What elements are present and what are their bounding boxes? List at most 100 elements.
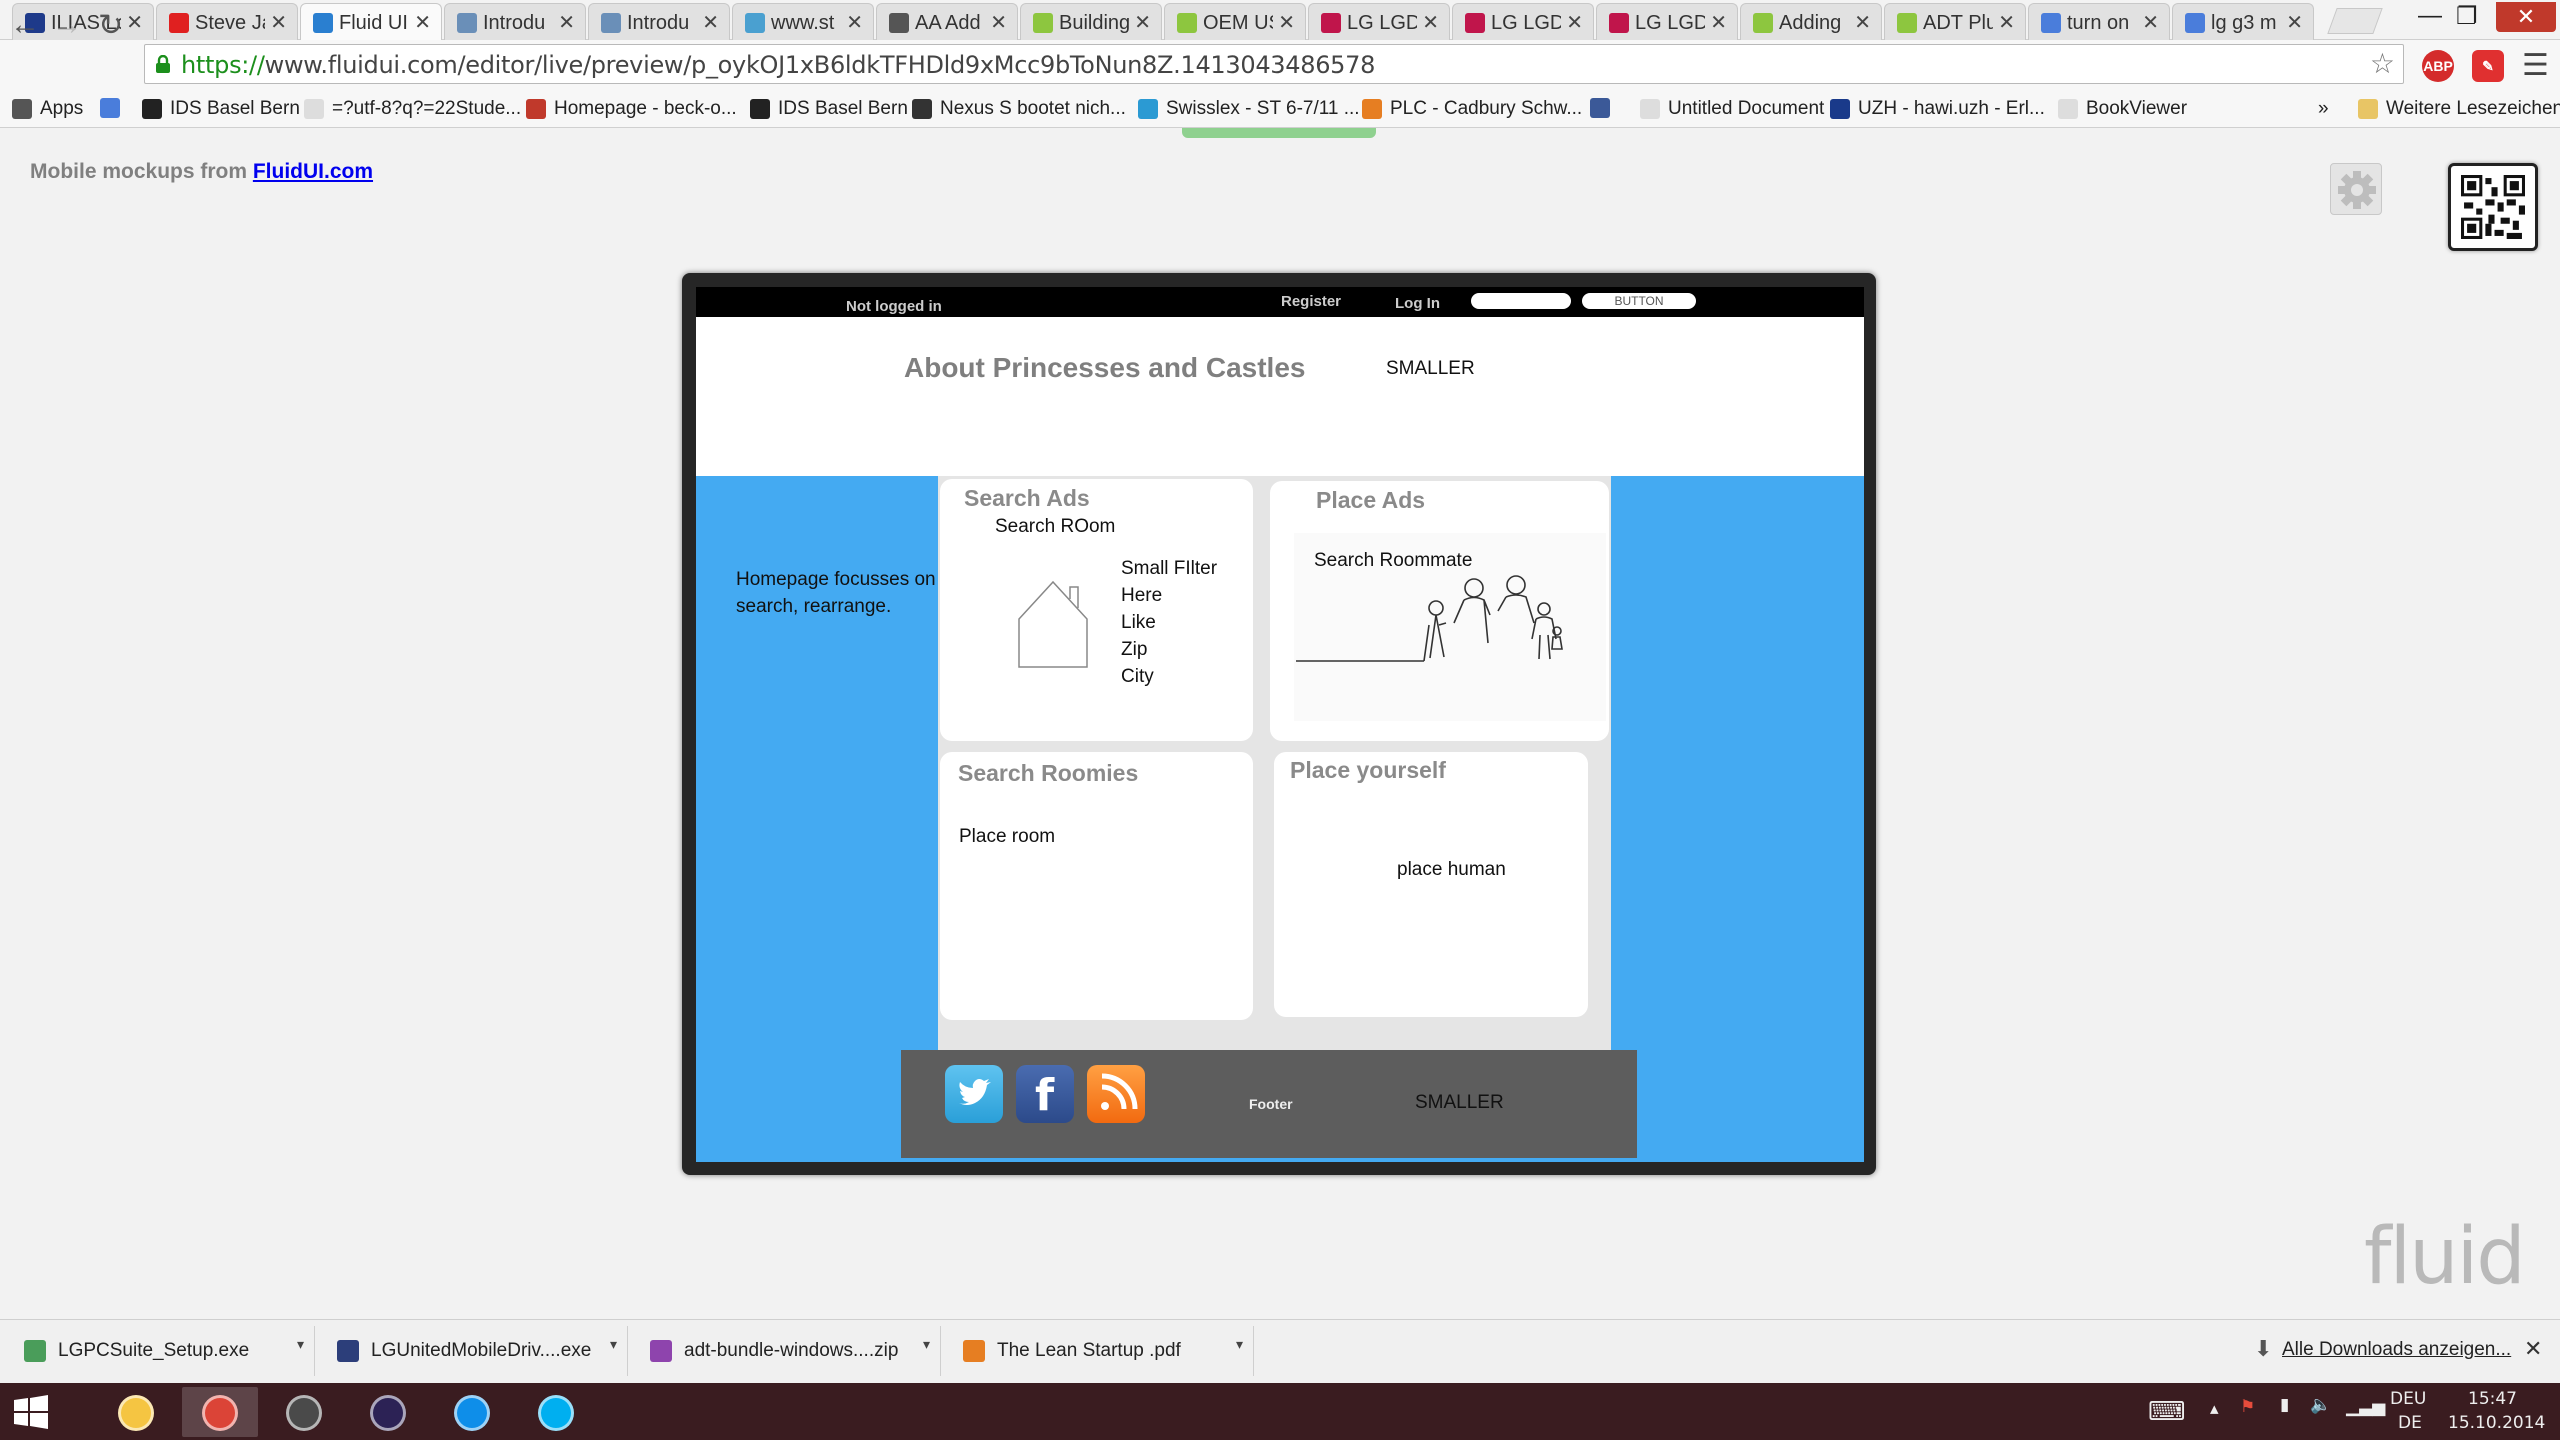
address-bar[interactable]: https://www.fluidui.com/editor/live/prev… <box>144 44 2404 84</box>
browser-tab[interactable]: OEM US✕ <box>1164 3 1306 40</box>
login-link[interactable]: Log In <box>1395 295 1440 312</box>
adblock-icon[interactable]: ABP <box>2422 50 2454 82</box>
action-center-icon[interactable]: ⚑ <box>2240 1397 2255 1417</box>
bookmark-item[interactable]: IDS Basel Bern <box>142 98 300 120</box>
tab-close-icon[interactable]: ✕ <box>1998 10 2015 35</box>
chrome-taskbar-icon[interactable] <box>182 1387 258 1437</box>
forward-icon[interactable]: → <box>52 8 82 42</box>
keyboard-icon[interactable]: ⌨ <box>2148 1397 2186 1427</box>
place-yourself-card[interactable]: Place yourself place human <box>1274 752 1588 1017</box>
keyboard-layout[interactable]: DE <box>2398 1413 2422 1433</box>
file-explorer-taskbar-icon[interactable] <box>98 1387 174 1437</box>
bookmark-item[interactable]: Homepage - beck-o... <box>526 98 737 120</box>
browser-tab[interactable]: LG LGD ✕ <box>1452 3 1594 40</box>
show-all-downloads-link[interactable]: Alle Downloads anzeigen... <box>2282 1339 2511 1361</box>
download-menu-icon[interactable]: ▾ <box>297 1336 304 1353</box>
sublime-text-taskbar-icon[interactable] <box>266 1387 342 1437</box>
bookmark-star-icon[interactable]: ☆ <box>2370 47 2395 80</box>
download-item[interactable]: LGPCSuite_Setup.exe ▾ <box>10 1326 315 1376</box>
qr-code-button[interactable] <box>2448 163 2538 251</box>
tab-close-icon[interactable]: ✕ <box>1278 10 1295 35</box>
search-ads-card[interactable]: Search Ads Search ROom Small FIlter Here… <box>940 479 1253 741</box>
reload-icon[interactable]: ↻ <box>98 8 123 43</box>
tab-close-icon[interactable]: ✕ <box>1854 10 1871 35</box>
browser-tab[interactable]: Introdu ✕ <box>588 3 730 40</box>
bookmark-item[interactable]: =?utf-8?q?=22Stude... <box>304 98 521 120</box>
volume-icon[interactable]: 🔈 <box>2310 1395 2331 1415</box>
bookmark-item[interactable] <box>100 98 120 118</box>
browser-tab[interactable]: Fluid UI ✕ <box>300 3 442 40</box>
network-icon[interactable]: ▁▃▅ <box>2346 1397 2385 1417</box>
rss-icon[interactable] <box>1087 1065 1145 1123</box>
tab-close-icon[interactable]: ✕ <box>702 10 719 35</box>
tab-close-icon[interactable]: ✕ <box>846 10 863 35</box>
tab-close-icon[interactable]: ✕ <box>414 10 431 35</box>
windows-start-icon[interactable] <box>14 1395 48 1429</box>
download-menu-icon[interactable]: ▾ <box>610 1336 617 1353</box>
bookmark-item[interactable]: Swisslex - ST 6-7/11 ... <box>1138 98 1360 120</box>
bookmark-item[interactable]: Untitled Document <box>1640 98 1824 120</box>
skype-taskbar-icon[interactable] <box>518 1387 594 1437</box>
clock-time[interactable]: 15:47 <box>2468 1389 2517 1409</box>
other-bookmarks[interactable]: Weitere Lesezeichen <box>2358 98 2560 120</box>
download-menu-icon[interactable]: ▾ <box>1236 1336 1243 1353</box>
browser-tab[interactable]: Introdu ✕ <box>444 3 586 40</box>
bookmark-item[interactable]: Apps <box>12 98 83 120</box>
topbar-input[interactable] <box>1471 293 1571 309</box>
back-icon[interactable]: ← <box>10 8 40 42</box>
browser-tab[interactable]: AA Add ✕ <box>876 3 1018 40</box>
browser-tab[interactable]: LG LGD ✕ <box>1596 3 1738 40</box>
tab-close-icon[interactable]: ✕ <box>270 10 287 35</box>
tray-expand-icon[interactable]: ▴ <box>2210 1399 2219 1419</box>
battery-icon[interactable]: ▮ <box>2280 1395 2289 1415</box>
bookmark-item[interactable]: UZH - hawi.uzh - Erl... <box>1830 98 2045 120</box>
browser-tab[interactable]: Steve Ja✕ <box>156 3 298 40</box>
browser-tab[interactable]: www.st ✕ <box>732 3 874 40</box>
menu-icon[interactable]: ☰ <box>2522 48 2549 83</box>
close-download-bar-icon[interactable]: ✕ <box>2524 1336 2542 1362</box>
browser-tab[interactable]: lg g3 m ✕ <box>2172 3 2314 40</box>
tab-close-icon[interactable]: ✕ <box>1134 10 1151 35</box>
clock-date[interactable]: 15.10.2014 <box>2448 1413 2545 1433</box>
minimize-icon[interactable]: — <box>2418 2 2442 30</box>
download-item[interactable]: adt-bundle-windows....zip ▾ <box>636 1326 941 1376</box>
browser-tab[interactable]: LG LGD ✕ <box>1308 3 1450 40</box>
download-item[interactable]: The Lean Startup .pdf ▾ <box>949 1326 1254 1376</box>
browser-tab[interactable]: turn on ✕ <box>2028 3 2170 40</box>
browser-tab[interactable]: Building ✕ <box>1020 3 1162 40</box>
bookmark-item[interactable]: Nexus S bootet nich... <box>912 98 1126 120</box>
tab-close-icon[interactable]: ✕ <box>1710 10 1727 35</box>
bookmarks-more-button[interactable]: » <box>2318 98 2329 120</box>
fluidui-link[interactable]: FluidUI.com <box>253 160 373 183</box>
share-tab[interactable] <box>1182 128 1376 138</box>
register-link[interactable]: Register <box>1281 293 1341 310</box>
tab-close-icon[interactable]: ✕ <box>990 10 1007 35</box>
language-code[interactable]: DEU <box>2390 1389 2426 1409</box>
tab-close-icon[interactable]: ✕ <box>558 10 575 35</box>
settings-button[interactable] <box>2330 163 2382 215</box>
bookmark-item[interactable]: PLC - Cadbury Schw... <box>1362 98 1582 120</box>
eclipse-taskbar-icon[interactable] <box>350 1387 426 1437</box>
twitter-icon[interactable] <box>945 1065 1003 1123</box>
facebook-icon[interactable]: f <box>1016 1065 1074 1123</box>
browser-tab[interactable]: Adding ✕ <box>1740 3 1882 40</box>
search-roomies-card[interactable]: Search Roomies Place room <box>940 752 1253 1020</box>
tab-close-icon[interactable]: ✕ <box>126 10 143 35</box>
browser-tab[interactable]: ADT Plu ✕ <box>1884 3 2026 40</box>
download-menu-icon[interactable]: ▾ <box>923 1336 930 1353</box>
tab-close-icon[interactable]: ✕ <box>1422 10 1439 35</box>
new-tab-button[interactable] <box>2327 8 2383 34</box>
bookmark-item[interactable]: BookViewer <box>2058 98 2187 120</box>
bookmark-item[interactable] <box>1590 98 1610 118</box>
extension-icon[interactable]: ✎ <box>2472 50 2504 82</box>
download-item[interactable]: LGUnitedMobileDriv....exe ▾ <box>323 1326 628 1376</box>
maximize-icon[interactable]: ❐ <box>2456 2 2478 31</box>
place-ads-card[interactable]: Place Ads Search Roommate <box>1270 481 1609 741</box>
tab-close-icon[interactable]: ✕ <box>2286 10 2303 35</box>
topbar-button[interactable]: BUTTON <box>1582 293 1696 309</box>
tab-close-icon[interactable]: ✕ <box>2142 10 2159 35</box>
bookmark-item[interactable]: IDS Basel Bern <box>750 98 908 120</box>
close-window-icon[interactable]: ✕ <box>2496 2 2556 32</box>
teamviewer-taskbar-icon[interactable] <box>434 1387 510 1437</box>
tab-close-icon[interactable]: ✕ <box>1566 10 1583 35</box>
